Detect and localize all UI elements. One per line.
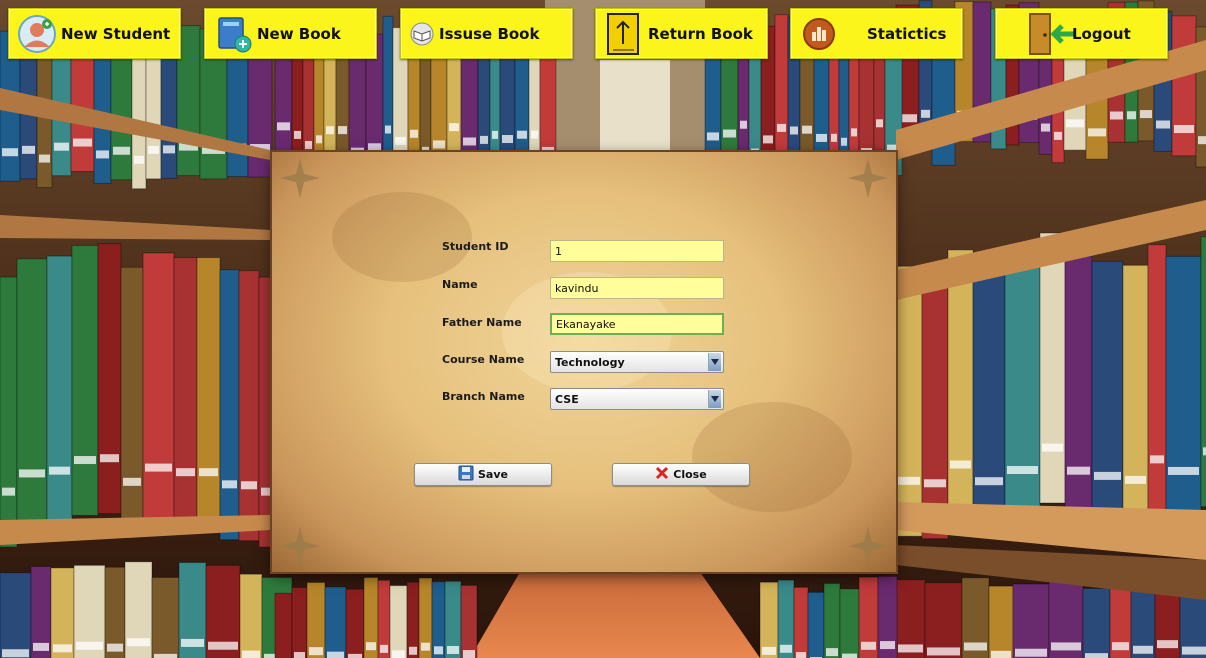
new-book-label: New Book <box>257 24 341 43</box>
close-label: Close <box>673 468 707 481</box>
issue-book-button[interactable]: Issuse Book <box>400 8 573 59</box>
course-name-dropdown[interactable]: Technology <box>550 351 724 373</box>
student-id-field[interactable]: 1 <box>550 240 724 262</box>
book-add-icon <box>213 14 253 54</box>
book-open-icon <box>409 14 435 54</box>
course-name-label: Course Name <box>442 353 525 366</box>
logout-label: Logout <box>1072 24 1131 43</box>
new-book-button[interactable]: New Book <box>204 8 377 59</box>
corner-star-ornament <box>280 526 320 566</box>
stats-icon <box>799 14 839 54</box>
chevron-down-icon[interactable] <box>708 390 721 408</box>
red-x-icon <box>655 465 669 484</box>
corner-star-ornament <box>848 158 888 198</box>
name-field[interactable]: kavindu <box>550 277 724 299</box>
close-button[interactable]: Close <box>612 463 750 486</box>
student-id-label: Student ID <box>442 240 509 253</box>
logout-button[interactable]: Logout <box>995 8 1168 59</box>
book-return-icon <box>604 12 644 55</box>
corner-star-ornament <box>280 158 320 198</box>
return-book-label: Return Book <box>648 24 753 43</box>
save-label: Save <box>478 468 508 481</box>
statistics-button[interactable]: Statictics <box>790 8 963 59</box>
student-avatar-icon <box>17 14 57 54</box>
name-label: Name <box>442 278 478 291</box>
father-name-field[interactable]: Ekanayake <box>550 313 724 335</box>
save-button[interactable]: Save <box>414 463 552 486</box>
father-name-label: Father Name <box>442 316 522 329</box>
new-student-button[interactable]: New Student <box>8 8 181 59</box>
new-student-label: New Student <box>61 24 171 43</box>
parchment-stain <box>332 192 472 282</box>
branch-name-value: CSE <box>555 392 579 406</box>
corner-star-ornament <box>848 526 888 566</box>
return-book-button[interactable]: Return Book <box>595 8 768 59</box>
floppy-disk-icon <box>458 465 474 485</box>
issue-book-label: Issuse Book <box>439 24 540 43</box>
new-student-form-panel: Student ID 1 Name kavindu Father Name Ek… <box>272 152 896 572</box>
door-exit-icon <box>1026 12 1076 55</box>
statistics-label: Statictics <box>867 24 947 43</box>
chevron-down-icon[interactable] <box>708 353 721 371</box>
parchment-stain <box>692 402 852 512</box>
branch-name-dropdown[interactable]: CSE <box>550 388 724 410</box>
course-name-value: Technology <box>555 355 625 369</box>
branch-name-label: Branch Name <box>442 390 525 403</box>
